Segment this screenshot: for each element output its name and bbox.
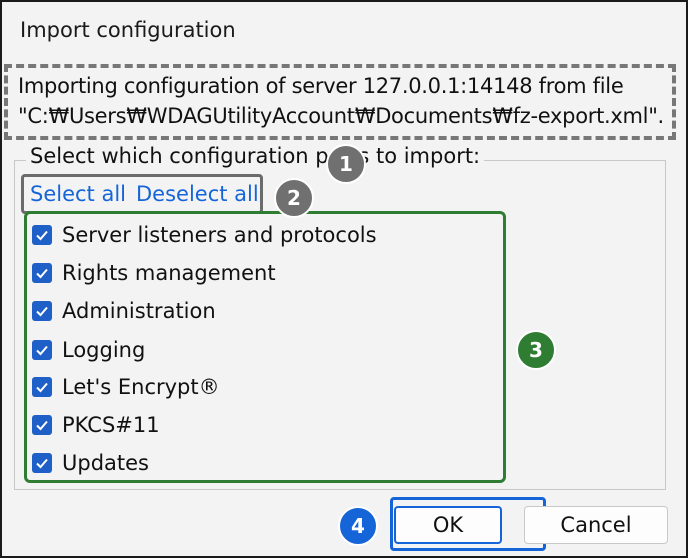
annotation-badge-4: 4 <box>338 506 378 546</box>
checkbox-administration[interactable]: Administration <box>32 297 216 325</box>
ok-button[interactable]: OK <box>394 506 502 544</box>
checkbox-updates[interactable]: Updates <box>32 449 149 477</box>
deselect-all-link[interactable]: Deselect all <box>136 182 259 206</box>
checkbox-label: Server listeners and protocols <box>62 223 377 247</box>
checked-checkbox-icon[interactable] <box>32 263 52 283</box>
cancel-button[interactable]: Cancel <box>524 506 668 544</box>
checkbox-server-listeners[interactable]: Server listeners and protocols <box>32 221 377 249</box>
checkbox-label: Administration <box>62 299 216 323</box>
info-text-line1: Importing configuration of server 127.0.… <box>18 74 624 98</box>
select-all-link[interactable]: Select all <box>30 182 126 206</box>
checked-checkbox-icon[interactable] <box>32 415 52 435</box>
dialog-title: Import configuration <box>20 18 236 42</box>
checked-checkbox-icon[interactable] <box>32 453 52 473</box>
info-highlight-box: Importing configuration of server 127.0.… <box>4 64 676 140</box>
annotation-badge-2: 2 <box>274 178 314 218</box>
checkbox-logging[interactable]: Logging <box>32 336 145 364</box>
checkbox-label: Logging <box>62 338 146 362</box>
checked-checkbox-icon[interactable] <box>32 301 52 321</box>
checked-checkbox-icon[interactable] <box>32 377 52 397</box>
checkbox-pkcs11[interactable]: PKCS#11 <box>32 411 160 439</box>
checkbox-label: PKCS#11 <box>62 413 160 437</box>
checkbox-label: Rights management <box>62 261 276 285</box>
checked-checkbox-icon[interactable] <box>32 340 52 360</box>
info-text-line2: "C:₩Users₩WDAGUtilityAccount₩Documents₩f… <box>18 104 664 128</box>
checkbox-lets-encrypt[interactable]: Let's Encrypt® <box>32 373 220 401</box>
checkbox-label: Updates <box>62 451 149 475</box>
group-label: Select which configuration parts to impo… <box>26 144 485 168</box>
import-configuration-dialog: Import configuration Importing configura… <box>0 0 688 558</box>
checked-checkbox-icon[interactable] <box>32 225 52 245</box>
annotation-badge-3: 3 <box>516 330 556 370</box>
annotation-badge-1: 1 <box>326 144 366 184</box>
checkbox-label: Let's Encrypt® <box>62 375 220 399</box>
checkbox-rights-management[interactable]: Rights management <box>32 259 276 287</box>
